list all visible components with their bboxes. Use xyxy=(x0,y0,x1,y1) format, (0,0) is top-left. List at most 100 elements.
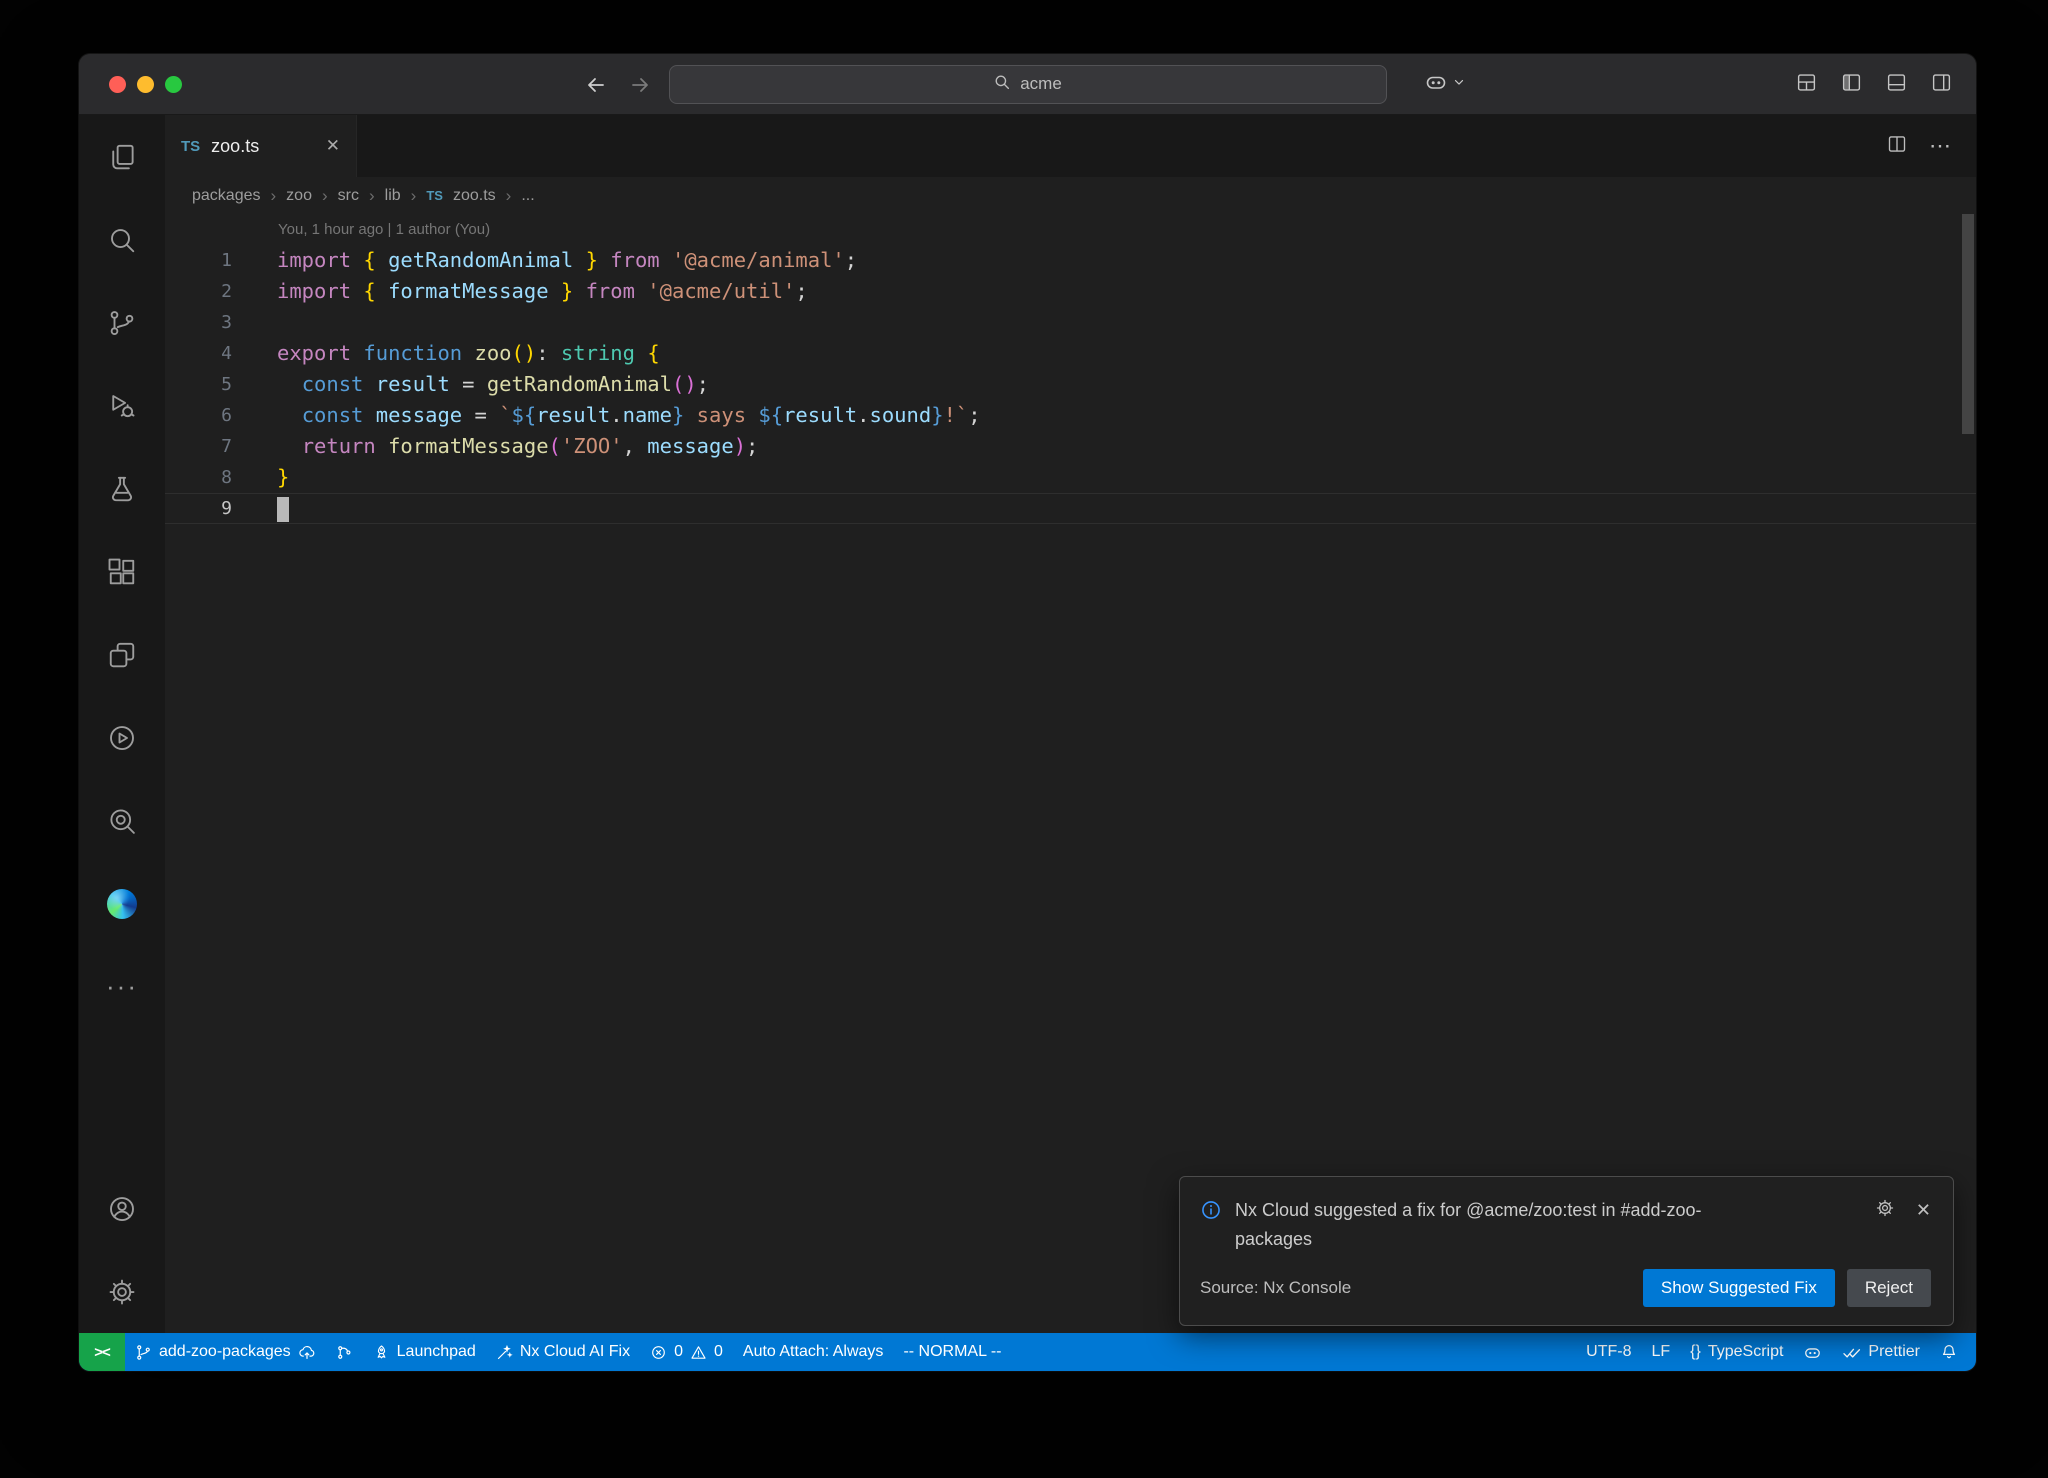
vim-mode-item[interactable]: -- NORMAL -- xyxy=(893,1333,1011,1371)
notifications-bell-item[interactable] xyxy=(1930,1333,1968,1371)
settings-gear-icon[interactable] xyxy=(79,1250,165,1333)
code-line[interactable]: 6 const message = `${result.name} says $… xyxy=(165,400,1976,431)
edge-devtools-icon[interactable] xyxy=(79,862,165,945)
remote-explorer-icon[interactable] xyxy=(79,613,165,696)
typescript-file-icon: TS xyxy=(181,138,200,155)
main-area: ··· TS zoo.ts ✕ ⋯ xyxy=(79,115,1976,1333)
more-actions-icon[interactable]: ⋯ xyxy=(1929,133,1952,159)
code-line[interactable]: 8} xyxy=(165,462,1976,493)
chevron-right-icon: › xyxy=(369,186,375,206)
remote-indicator[interactable]: >< xyxy=(79,1333,125,1371)
chevron-right-icon: › xyxy=(506,186,512,206)
search-sidebar-icon[interactable] xyxy=(79,198,165,281)
breadcrumb-item[interactable]: src xyxy=(338,187,359,205)
problems-item[interactable]: 0 0 xyxy=(640,1333,733,1371)
rocket-icon xyxy=(373,1344,390,1361)
testing-icon[interactable] xyxy=(79,447,165,530)
code-line[interactable]: 3 xyxy=(165,307,1976,338)
errors-icon xyxy=(650,1344,667,1361)
notification-toast: Nx Cloud suggested a fix for @acme/zoo:t… xyxy=(1179,1176,1954,1326)
bell-icon xyxy=(1940,1343,1958,1361)
line-number: 3 xyxy=(165,307,232,338)
macos-zoom-button[interactable] xyxy=(165,76,182,93)
customize-layout-icon[interactable] xyxy=(1796,72,1817,98)
explorer-icon[interactable] xyxy=(79,115,165,198)
breadcrumb-file[interactable]: zoo.ts xyxy=(453,187,496,205)
tab-bar: TS zoo.ts ✕ ⋯ xyxy=(165,115,1976,177)
line-number: 5 xyxy=(165,369,232,400)
prettier-item[interactable]: Prettier xyxy=(1832,1333,1930,1371)
tab-close-icon[interactable]: ✕ xyxy=(326,136,340,156)
back-arrow-icon[interactable] xyxy=(584,73,608,97)
copilot-icon xyxy=(1803,1343,1822,1362)
commit-graph-item[interactable] xyxy=(326,1333,363,1371)
double-check-icon xyxy=(1842,1343,1861,1362)
line-number: 6 xyxy=(165,400,232,431)
line-number: 4 xyxy=(165,338,232,369)
notification-settings-gear-icon[interactable] xyxy=(1875,1198,1895,1223)
breadcrumb-item[interactable]: zoo xyxy=(286,187,312,205)
edge-logo xyxy=(107,889,137,919)
toggle-secondary-sidebar-icon[interactable] xyxy=(1931,72,1952,98)
split-editor-icon[interactable] xyxy=(1887,134,1907,159)
show-suggested-fix-button[interactable]: Show Suggested Fix xyxy=(1643,1269,1835,1307)
toggle-panel-icon[interactable] xyxy=(1886,72,1907,98)
account-icon[interactable] xyxy=(79,1167,165,1250)
launchpad-label: Launchpad xyxy=(397,1343,476,1361)
code-editor[interactable]: You, 1 hour ago | 1 author (You) 1import… xyxy=(165,214,1976,1333)
title-bar: acme xyxy=(79,54,1976,115)
copilot-status-item[interactable] xyxy=(1793,1333,1832,1371)
inspect-icon[interactable] xyxy=(79,779,165,862)
chevron-down-icon xyxy=(1452,75,1466,94)
eol-item[interactable]: LF xyxy=(1641,1333,1680,1371)
code-line[interactable]: 5 const result = getRandomAnimal(); xyxy=(165,369,1976,400)
command-center-search[interactable]: acme xyxy=(669,65,1387,104)
macos-minimize-button[interactable] xyxy=(137,76,154,93)
tab-zoo-ts[interactable]: TS zoo.ts ✕ xyxy=(165,115,357,177)
code-line[interactable]: 7 return formatMessage('ZOO', message); xyxy=(165,431,1976,462)
code-line[interactable]: 4export function zoo(): string { xyxy=(165,338,1976,369)
additional-views-icon[interactable]: ··· xyxy=(79,945,165,1028)
tab-label: zoo.ts xyxy=(211,136,259,157)
wand-icon xyxy=(496,1344,513,1361)
code-line[interactable]: 1import { getRandomAnimal } from '@acme/… xyxy=(165,245,1976,276)
eol-label: LF xyxy=(1651,1343,1670,1361)
warnings-count: 0 xyxy=(714,1343,723,1361)
notification-close-icon[interactable]: ✕ xyxy=(1916,1200,1931,1221)
language-label: TypeScript xyxy=(1708,1343,1784,1361)
gitlens-blame-annotation[interactable]: You, 1 hour ago | 1 author (You) xyxy=(165,214,1976,245)
breadcrumb-overflow[interactable]: ... xyxy=(521,187,534,205)
notification-source: Source: Nx Console xyxy=(1200,1278,1351,1298)
forward-arrow-icon[interactable] xyxy=(628,73,652,97)
code-lines: 1import { getRandomAnimal } from '@acme/… xyxy=(165,245,1976,524)
activity-bar: ··· xyxy=(79,115,165,1333)
line-number: 2 xyxy=(165,276,232,307)
language-mode-item[interactable]: {} TypeScript xyxy=(1680,1333,1793,1371)
encoding-label: UTF-8 xyxy=(1586,1343,1631,1361)
branch-name: add-zoo-packages xyxy=(159,1343,291,1361)
layout-controls xyxy=(1796,54,1952,115)
prettier-label: Prettier xyxy=(1868,1343,1920,1361)
toggle-sidebar-icon[interactable] xyxy=(1841,72,1862,98)
source-control-icon[interactable] xyxy=(79,281,165,364)
editor-scrollbar[interactable] xyxy=(1962,214,1974,434)
breadcrumb-item[interactable]: packages xyxy=(192,187,261,205)
run-debug-icon[interactable] xyxy=(79,364,165,447)
copilot-menu-button[interactable] xyxy=(1424,54,1466,115)
nx-cloud-ai-fix-item[interactable]: Nx Cloud AI Fix xyxy=(486,1333,640,1371)
git-branch-item[interactable]: add-zoo-packages xyxy=(125,1333,326,1371)
auto-attach-item[interactable]: Auto Attach: Always xyxy=(733,1333,894,1371)
launchpad-item[interactable]: Launchpad xyxy=(363,1333,486,1371)
code-line[interactable]: 2import { formatMessage } from '@acme/ut… xyxy=(165,276,1976,307)
braces-icon: {} xyxy=(1690,1343,1701,1361)
line-number: 8 xyxy=(165,462,232,493)
macos-close-button[interactable] xyxy=(109,76,126,93)
reject-button[interactable]: Reject xyxy=(1847,1269,1931,1307)
breadcrumb-item[interactable]: lib xyxy=(385,187,401,205)
encoding-item[interactable]: UTF-8 xyxy=(1576,1333,1641,1371)
line-number: 9 xyxy=(165,493,232,524)
editor-actions: ⋯ xyxy=(1887,115,1976,177)
code-line[interactable]: 9 xyxy=(165,493,1976,524)
play-circle-icon[interactable] xyxy=(79,696,165,779)
extensions-icon[interactable] xyxy=(79,530,165,613)
